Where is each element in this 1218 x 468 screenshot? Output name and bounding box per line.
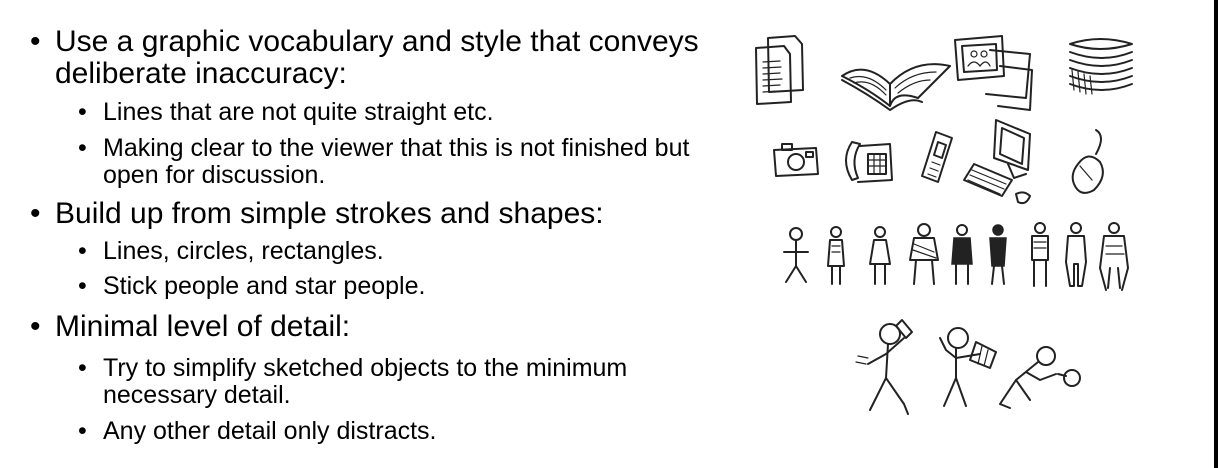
mobile-phone-icon xyxy=(921,131,953,183)
bullet-text: Build up from simple strokes and shapes: xyxy=(55,197,604,230)
skirt-figure-icon xyxy=(869,226,891,285)
bullet-list: Use a graphic vocabulary and style that … xyxy=(30,26,730,446)
bullet-strokes: Build up from simple strokes and shapes: xyxy=(30,197,730,231)
sub-bullet-text: Making clear to the viewer that this is … xyxy=(103,134,690,189)
sub-bullet-people: Stick people and star people. xyxy=(30,272,730,301)
sub-bullet-shapes: Lines, circles, rectangles. xyxy=(30,237,730,266)
dressed-figure-icon xyxy=(827,226,845,285)
figure-reading-map-icon xyxy=(939,327,997,407)
camera-icon xyxy=(773,143,819,177)
photo-prints-icon xyxy=(954,35,1033,111)
bullet-inaccuracy: Use a graphic vocabulary and style that … xyxy=(30,26,730,90)
stick-figure-icon xyxy=(783,227,809,283)
desktop-computer-icon xyxy=(963,119,1031,205)
shaded-figure-icon xyxy=(951,224,973,285)
desk-phone-icon xyxy=(845,141,893,183)
sub-bullet-lines: Lines that are not quite straight etc. xyxy=(30,98,730,127)
hatched-figure-icon xyxy=(909,223,939,285)
sub-bullet-text: Lines that are not quite straight etc. xyxy=(103,98,494,126)
bullet-text: Minimal level of detail: xyxy=(55,310,351,343)
open-book-icon xyxy=(841,63,951,111)
document-stack-icon xyxy=(755,35,804,105)
dark-figure-icon xyxy=(989,224,1007,285)
outline-figure-icon xyxy=(1065,222,1087,287)
sketch-illustrations xyxy=(755,35,1133,415)
sub-bullet-distracts: Any other detail only distracts. xyxy=(30,417,730,446)
figure-on-phone-icon xyxy=(855,319,913,415)
sub-bullet-text: Lines, circles, rectangles. xyxy=(103,237,384,265)
sub-bullet-text: Any other detail only distracts. xyxy=(103,417,437,445)
computer-mouse-icon xyxy=(1071,129,1104,194)
paper-stack-icon xyxy=(1069,38,1133,95)
coat-figure-icon xyxy=(1099,222,1129,291)
figure-with-magnifier-icon xyxy=(999,346,1081,409)
sub-bullet-text: Try to simplify sketched objects to the … xyxy=(103,354,628,409)
sub-bullet-not-finished: Making clear to the viewer that this is … xyxy=(30,135,703,189)
sub-bullet-text: Stick people and star people. xyxy=(103,272,426,300)
bullet-text: Use a graphic vocabulary and style that … xyxy=(55,25,699,90)
trousers-figure-icon xyxy=(1031,222,1049,287)
right-edge-border xyxy=(1214,0,1218,468)
bullet-detail: Minimal level of detail: xyxy=(30,310,730,344)
sub-bullet-simplify: Try to simplify sketched objects to the … xyxy=(30,355,683,409)
